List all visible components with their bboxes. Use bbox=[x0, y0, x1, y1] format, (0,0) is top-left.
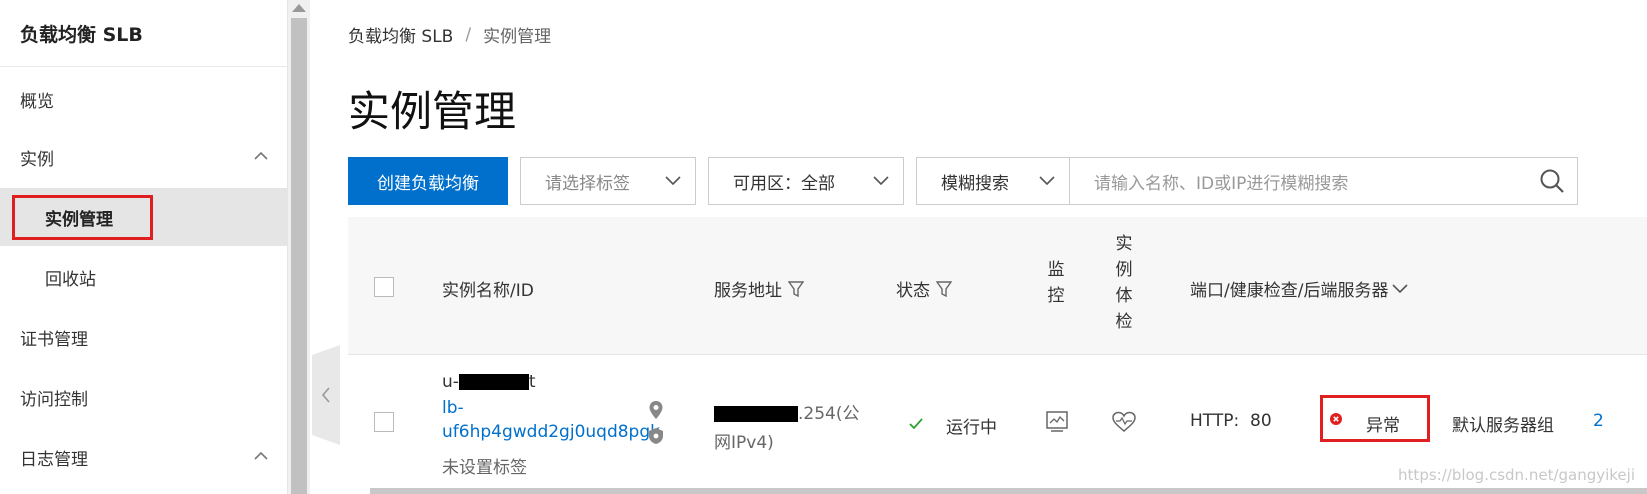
zone-select-value: 全部 bbox=[801, 173, 835, 194]
sidebar-item-label: 回收站 bbox=[45, 269, 96, 290]
horizontal-scrollbar[interactable] bbox=[370, 488, 1647, 494]
instance-id-link[interactable]: lb- uf6hp4gwdd2gj0uqd8pgk bbox=[442, 398, 660, 442]
zone-select[interactable]: 可用区：全部 bbox=[708, 157, 904, 205]
chevron-up-icon bbox=[254, 151, 268, 160]
search-mode-select[interactable]: 模糊搜索 bbox=[916, 157, 1070, 205]
sidebar-item-instances[interactable]: 实例 bbox=[0, 128, 288, 186]
create-load-balancer-button[interactable]: 创建负载均衡 bbox=[348, 157, 508, 205]
sidebar-title: 负载均衡 SLB bbox=[20, 24, 143, 46]
chevron-down-icon bbox=[873, 176, 889, 186]
instance-name: u-t bbox=[442, 372, 536, 392]
listener-port: 80 bbox=[1250, 411, 1272, 431]
chevron-up-icon bbox=[254, 451, 268, 460]
listener-protocol: HTTP: bbox=[1190, 411, 1240, 431]
heartbeat-icon[interactable] bbox=[1112, 411, 1136, 433]
sidebar-item-logs[interactable]: 日志管理 bbox=[0, 428, 288, 486]
sidebar-item-recycle-bin[interactable]: 回收站 bbox=[0, 248, 288, 306]
sidebar-item-label: 证书管理 bbox=[20, 329, 88, 350]
column-header-monitor: 监 控 bbox=[1047, 260, 1065, 306]
tag-label[interactable]: 未设置标签 bbox=[442, 453, 527, 478]
server-group: 默认服务器组 bbox=[1452, 416, 1554, 436]
server-count-link[interactable]: 2 bbox=[1593, 411, 1604, 431]
tag-select-placeholder: 请选择标签 bbox=[545, 173, 630, 194]
monitor-chart-icon[interactable] bbox=[1046, 411, 1068, 433]
redacted-block bbox=[458, 374, 529, 390]
shield-icon[interactable] bbox=[648, 427, 664, 445]
status-text: 运行中 bbox=[946, 418, 997, 438]
sidebar-item-certificates[interactable]: 证书管理 bbox=[0, 308, 288, 366]
search-mode-label: 模糊搜索 bbox=[941, 173, 1009, 194]
sidebar: 负载均衡 SLB 概览 实例 实例管理 回收站 证书管理 访问控制 日志管理 bbox=[0, 0, 288, 494]
redacted-block bbox=[714, 406, 798, 422]
highlight-box bbox=[12, 195, 153, 240]
chevron-down-icon bbox=[1392, 283, 1409, 293]
column-header-name: 实例名称/ID bbox=[442, 281, 534, 301]
sidebar-item-label: 实例 bbox=[20, 149, 54, 170]
row-checkbox[interactable] bbox=[374, 412, 394, 432]
sidebar-item-label: 概览 bbox=[20, 91, 54, 112]
chevron-down-icon bbox=[665, 176, 681, 186]
table-header: 实例名称/ID 服务地址 状态 监 控 实 例 体 检 端口/健康检查/后端服务… bbox=[348, 217, 1647, 355]
search-icon[interactable] bbox=[1539, 168, 1565, 194]
column-header-health-check: 实 例 体 检 bbox=[1115, 234, 1133, 332]
chevron-down-icon bbox=[1039, 176, 1055, 186]
search-placeholder: 请输入名称、ID或IP进行模糊搜索 bbox=[1094, 173, 1349, 194]
breadcrumb: 负载均衡 SLB / 实例管理 bbox=[348, 22, 552, 48]
sidebar-item-access-control[interactable]: 访问控制 bbox=[0, 368, 288, 426]
scroll-thumb[interactable] bbox=[291, 18, 307, 494]
sidebar-item-overview[interactable]: 概览 bbox=[0, 70, 288, 128]
page-title: 实例管理 bbox=[348, 87, 517, 136]
scroll-up-arrow-icon[interactable] bbox=[292, 4, 306, 12]
column-header-status: 状态 bbox=[896, 276, 952, 301]
highlight-box bbox=[1320, 395, 1430, 442]
location-pin-icon[interactable] bbox=[648, 400, 664, 420]
watermark: https://blog.csdn.net/gangyikeji bbox=[1398, 466, 1635, 484]
chevron-left-icon bbox=[321, 387, 330, 403]
column-header-port[interactable]: 端口/健康检查/后端服务器 bbox=[1190, 276, 1409, 301]
select-all-checkbox[interactable] bbox=[374, 277, 394, 297]
breadcrumb-root[interactable]: 负载均衡 SLB bbox=[348, 22, 453, 47]
breadcrumb-current: 实例管理 bbox=[483, 27, 552, 47]
sidebar-divider bbox=[0, 66, 288, 67]
service-address: .254(公 网IPv4) bbox=[714, 404, 860, 453]
sidebar-scrollbar[interactable] bbox=[288, 0, 310, 494]
filter-icon[interactable] bbox=[788, 280, 804, 298]
breadcrumb-separator: / bbox=[465, 24, 472, 45]
sidebar-item-label: 访问控制 bbox=[20, 389, 88, 410]
tag-select[interactable]: 请选择标签 bbox=[520, 157, 696, 205]
zone-select-label: 可用区： bbox=[733, 173, 801, 194]
sidebar-item-label: 日志管理 bbox=[20, 449, 88, 470]
column-header-address: 服务地址 bbox=[714, 276, 804, 301]
sidebar-collapse-handle[interactable] bbox=[312, 345, 340, 445]
filter-icon[interactable] bbox=[936, 280, 952, 298]
search-input[interactable]: 请输入名称、ID或IP进行模糊搜索 bbox=[1070, 157, 1578, 205]
check-icon bbox=[909, 418, 923, 430]
